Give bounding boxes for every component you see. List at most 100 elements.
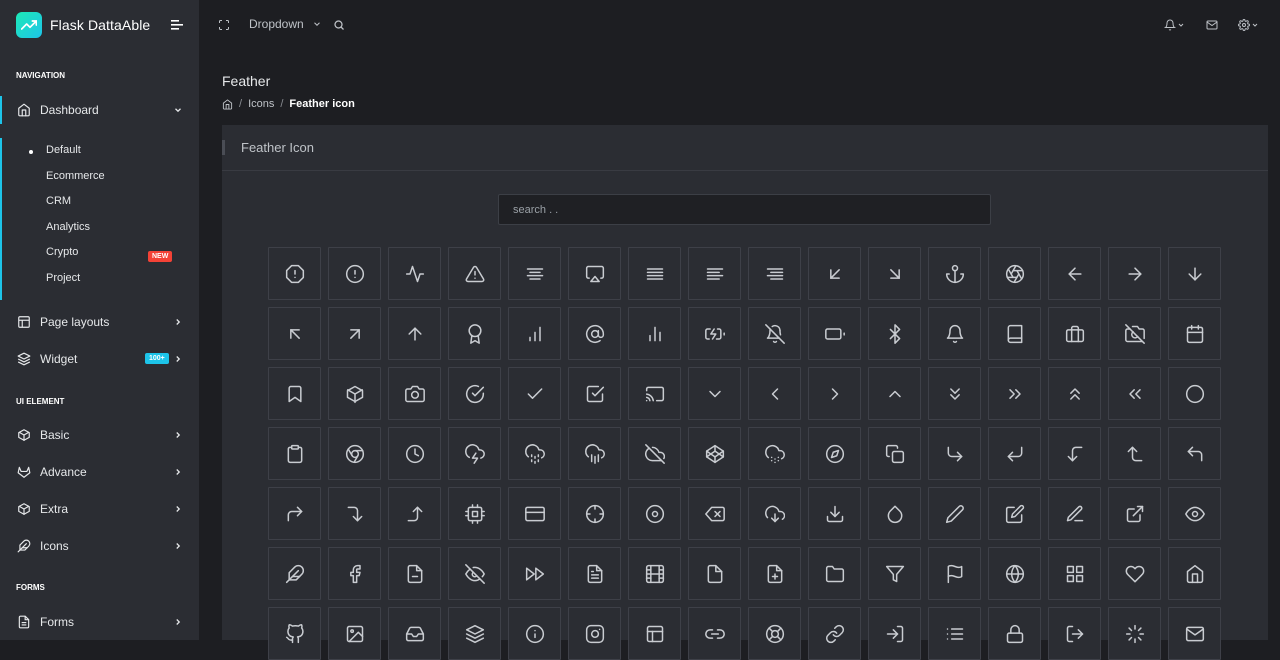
icon-tile-log-out[interactable] xyxy=(1048,607,1101,660)
icon-tile-droplet[interactable] xyxy=(868,487,921,540)
icon-tile-folder[interactable] xyxy=(808,547,861,600)
icon-tile-file-minus[interactable] xyxy=(388,547,441,600)
icon-tile-arrow-up-left[interactable] xyxy=(268,307,321,360)
icon-tile-layers[interactable] xyxy=(448,607,501,660)
icon-tile-box[interactable] xyxy=(328,367,381,420)
icon-tile-arrow-down-right[interactable] xyxy=(868,247,921,300)
icon-tile-chrome[interactable] xyxy=(328,427,381,480)
icon-tile-anchor[interactable] xyxy=(928,247,981,300)
icon-tile-list[interactable] xyxy=(928,607,981,660)
icon-tile-eye-off[interactable] xyxy=(448,547,501,600)
icon-tile-corner-right-down[interactable] xyxy=(328,487,381,540)
icon-tile-activity[interactable] xyxy=(388,247,441,300)
icon-tile-arrow-up-right[interactable] xyxy=(328,307,381,360)
icon-tile-file-plus[interactable] xyxy=(748,547,801,600)
icon-tile-corner-up-right[interactable] xyxy=(268,487,321,540)
icon-tile-copy[interactable] xyxy=(868,427,921,480)
sidebar-item-advance[interactable]: Advance xyxy=(0,458,199,486)
icon-tile-calendar[interactable] xyxy=(1168,307,1221,360)
icon-tile-chevron-down[interactable] xyxy=(688,367,741,420)
icon-tile-arrow-right[interactable] xyxy=(1108,247,1161,300)
search-icon[interactable] xyxy=(333,19,345,31)
icon-tile-delete[interactable] xyxy=(688,487,741,540)
icon-search-input[interactable] xyxy=(498,194,991,225)
sidebar-item-icons[interactable]: Icons xyxy=(0,532,199,560)
icon-tile-chevrons-up[interactable] xyxy=(1048,367,1101,420)
icon-tile-facebook[interactable] xyxy=(328,547,381,600)
icon-tile-inbox[interactable] xyxy=(388,607,441,660)
icon-tile-briefcase[interactable] xyxy=(1048,307,1101,360)
icon-tile-image[interactable] xyxy=(328,607,381,660)
icon-tile-clock[interactable] xyxy=(388,427,441,480)
icon-tile-bookmark[interactable] xyxy=(268,367,321,420)
icon-tile-cast[interactable] xyxy=(628,367,681,420)
icon-tile-align-right[interactable] xyxy=(748,247,801,300)
icon-tile-check-circle[interactable] xyxy=(448,367,501,420)
icon-tile-download[interactable] xyxy=(808,487,861,540)
submenu-item-ecommerce[interactable]: Ecommerce xyxy=(46,170,105,182)
icon-tile-filter[interactable] xyxy=(868,547,921,600)
icon-tile-instagram[interactable] xyxy=(568,607,621,660)
sidebar-item-page-layouts[interactable]: Page layouts xyxy=(0,308,199,336)
icon-tile-info[interactable] xyxy=(508,607,561,660)
icon-tile-chevron-left[interactable] xyxy=(748,367,801,420)
icon-tile-chevrons-right[interactable] xyxy=(988,367,1041,420)
icon-tile-link[interactable] xyxy=(808,607,861,660)
icon-tile-mail[interactable] xyxy=(1168,607,1221,660)
icon-tile-corner-right-up[interactable] xyxy=(388,487,441,540)
icon-tile-log-in[interactable] xyxy=(868,607,921,660)
settings-gear-icon[interactable] xyxy=(1238,19,1259,31)
submenu-item-default[interactable]: Default xyxy=(46,144,81,156)
icon-tile-flag[interactable] xyxy=(928,547,981,600)
icon-tile-loader[interactable] xyxy=(1108,607,1161,660)
icon-tile-compass[interactable] xyxy=(808,427,861,480)
icon-tile-award[interactable] xyxy=(448,307,501,360)
dropdown-menu[interactable]: Dropdown xyxy=(249,17,322,31)
icon-tile-chevrons-down[interactable] xyxy=(928,367,981,420)
icon-tile-check[interactable] xyxy=(508,367,561,420)
icon-tile-life-buoy[interactable] xyxy=(748,607,801,660)
icon-tile-align-left[interactable] xyxy=(688,247,741,300)
icon-tile-chevrons-left[interactable] xyxy=(1108,367,1161,420)
icon-tile-at-sign[interactable] xyxy=(568,307,621,360)
icon-tile-corner-down-left[interactable] xyxy=(988,427,1041,480)
icon-tile-corner-left-up[interactable] xyxy=(1108,427,1161,480)
menu-toggle-icon[interactable] xyxy=(170,18,184,32)
icon-tile-cloud-off[interactable] xyxy=(628,427,681,480)
icon-tile-circle[interactable] xyxy=(1168,367,1221,420)
icon-tile-book[interactable] xyxy=(988,307,1041,360)
icon-tile-lock[interactable] xyxy=(988,607,1041,660)
submenu-item-crypto[interactable]: Crypto xyxy=(46,246,78,258)
icon-tile-airplay[interactable] xyxy=(568,247,621,300)
icon-tile-chevron-up[interactable] xyxy=(868,367,921,420)
mail-icon[interactable] xyxy=(1206,19,1218,31)
icon-tile-github[interactable] xyxy=(268,607,321,660)
icon-tile-check-square[interactable] xyxy=(568,367,621,420)
icon-tile-chevron-right[interactable] xyxy=(808,367,861,420)
sidebar-item-forms[interactable]: Forms xyxy=(0,608,199,636)
sidebar-item-extra[interactable]: Extra xyxy=(0,495,199,523)
icon-tile-external-link[interactable] xyxy=(1108,487,1161,540)
icon-tile-cloud-rain[interactable] xyxy=(568,427,621,480)
icon-tile-battery[interactable] xyxy=(808,307,861,360)
sidebar-item-dashboard[interactable]: Dashboard xyxy=(0,96,199,124)
icon-tile-corner-up-left[interactable] xyxy=(1168,427,1221,480)
icon-tile-bluetooth[interactable] xyxy=(868,307,921,360)
icon-tile-eye[interactable] xyxy=(1168,487,1221,540)
fullscreen-icon[interactable] xyxy=(218,19,230,31)
icon-tile-grid[interactable] xyxy=(1048,547,1101,600)
icon-tile-arrow-down[interactable] xyxy=(1168,247,1221,300)
icon-tile-heart[interactable] xyxy=(1108,547,1161,600)
icon-tile-edit-2[interactable] xyxy=(928,487,981,540)
icon-tile-bar-chart[interactable] xyxy=(508,307,561,360)
icon-tile-align-justify[interactable] xyxy=(628,247,681,300)
icon-tile-clipboard[interactable] xyxy=(268,427,321,480)
icon-tile-link-2[interactable] xyxy=(688,607,741,660)
notification-bell-icon[interactable] xyxy=(1164,19,1185,31)
icon-tile-bar-chart-2[interactable] xyxy=(628,307,681,360)
icon-tile-camera[interactable] xyxy=(388,367,441,420)
breadcrumb-icons[interactable]: Icons xyxy=(248,98,274,110)
icon-tile-cloud-drizzle[interactable] xyxy=(508,427,561,480)
icon-tile-corner-down-right[interactable] xyxy=(928,427,981,480)
submenu-item-crm[interactable]: CRM xyxy=(46,195,71,207)
